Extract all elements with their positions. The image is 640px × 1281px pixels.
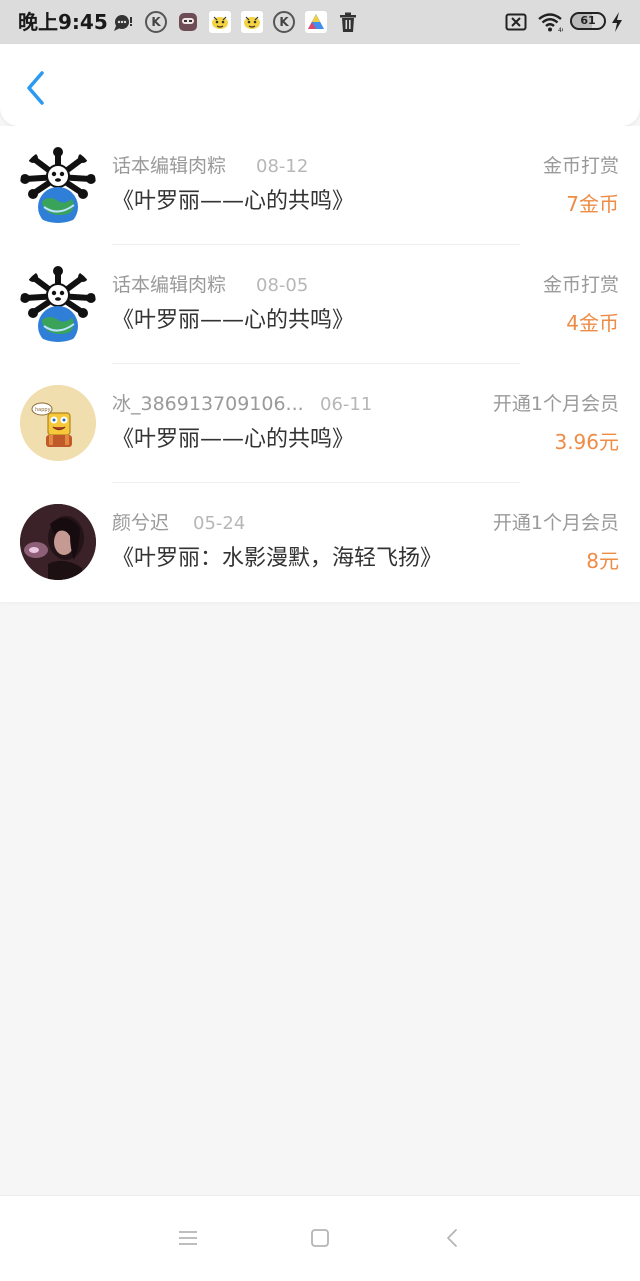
system-nav-bar bbox=[0, 1195, 640, 1281]
battery-icon: 61 bbox=[570, 12, 606, 30]
mask-app-icon bbox=[179, 13, 197, 31]
menu-button[interactable] bbox=[176, 1226, 200, 1250]
home-button[interactable] bbox=[308, 1226, 332, 1250]
record-date: 08-05 bbox=[256, 275, 309, 296]
record-user-name: 冰_386913709106... bbox=[112, 393, 304, 415]
record-amount: 4金币 bbox=[566, 311, 619, 335]
status-time: 晚上9:45 bbox=[18, 10, 108, 34]
list-item[interactable]: happy 冰_386913709106... 06-11 《叶罗丽——心的共鸣… bbox=[0, 364, 640, 483]
record-title: 《叶罗丽：水影漫默，海轻飞扬》 bbox=[112, 546, 443, 571]
record-amount: 7金币 bbox=[566, 192, 619, 216]
wifi-icon: 4G bbox=[538, 13, 563, 33]
record-amount: 8元 bbox=[586, 549, 619, 573]
back-arrow-icon bbox=[447, 1229, 457, 1247]
panda-earth-avatar[interactable] bbox=[20, 266, 96, 342]
record-title: 《叶罗丽——心的共鸣》 bbox=[112, 308, 355, 333]
panda-earth-avatar[interactable] bbox=[20, 147, 96, 223]
chevron-left-icon bbox=[27, 71, 44, 105]
record-amount: 3.96元 bbox=[554, 430, 619, 454]
portrait-avatar[interactable] bbox=[20, 504, 96, 580]
system-back-button[interactable] bbox=[441, 1226, 465, 1250]
menu-icon bbox=[179, 1231, 197, 1245]
home-square-icon bbox=[311, 1229, 329, 1247]
record-type: 金币打赏 bbox=[542, 155, 619, 177]
battery-level: 61 bbox=[580, 14, 596, 27]
record-date: 08-12 bbox=[256, 156, 309, 177]
record-date: 05-24 bbox=[193, 513, 246, 534]
sponge-avatar[interactable]: happy bbox=[20, 385, 96, 461]
record-type: 金币打赏 bbox=[542, 274, 619, 296]
record-type: 开通1个月会员 bbox=[492, 512, 619, 534]
record-list: 话本编辑肉粽 08-12 《叶罗丽——心的共鸣》 金币打赏 7金币 话本编辑肉粽… bbox=[0, 126, 640, 602]
cartoon-app-icon bbox=[241, 11, 263, 33]
svg-text:happy: happy bbox=[35, 407, 51, 413]
k-app-icon: K bbox=[145, 11, 167, 33]
record-title: 《叶罗丽——心的共鸣》 bbox=[112, 427, 355, 452]
back-button[interactable] bbox=[18, 68, 52, 108]
record-title: 《叶罗丽——心的共鸣》 bbox=[112, 189, 355, 214]
sim-off-icon bbox=[505, 13, 527, 31]
record-user-name: 话本编辑肉粽 bbox=[112, 155, 227, 177]
svg-text:4G: 4G bbox=[558, 27, 563, 33]
list-item[interactable]: 话本编辑肉粽 08-12 《叶罗丽——心的共鸣》 金币打赏 7金币 bbox=[0, 126, 640, 245]
record-user-name: 颜兮迟 bbox=[112, 512, 170, 534]
charging-icon bbox=[612, 12, 622, 32]
record-type: 开通1个月会员 bbox=[492, 393, 619, 415]
list-item[interactable]: 颜兮迟 05-24 《叶罗丽：水影漫默，海轻飞扬》 开通1个月会员 8元 bbox=[0, 483, 640, 602]
list-item[interactable]: 话本编辑肉粽 08-05 《叶罗丽——心的共鸣》 金币打赏 4金币 bbox=[0, 245, 640, 364]
cartoon-app-icon bbox=[209, 11, 231, 33]
chat-bubble-icon bbox=[114, 15, 132, 31]
record-date: 06-11 bbox=[320, 394, 373, 415]
k-app-icon: K bbox=[273, 11, 295, 33]
header-bar bbox=[0, 44, 640, 126]
record-user-name: 话本编辑肉粽 bbox=[112, 274, 227, 296]
status-bar: 晚上9:45 K K 4 61 bbox=[0, 0, 640, 44]
trash-icon bbox=[340, 12, 356, 32]
triangle-app-icon bbox=[305, 11, 327, 33]
